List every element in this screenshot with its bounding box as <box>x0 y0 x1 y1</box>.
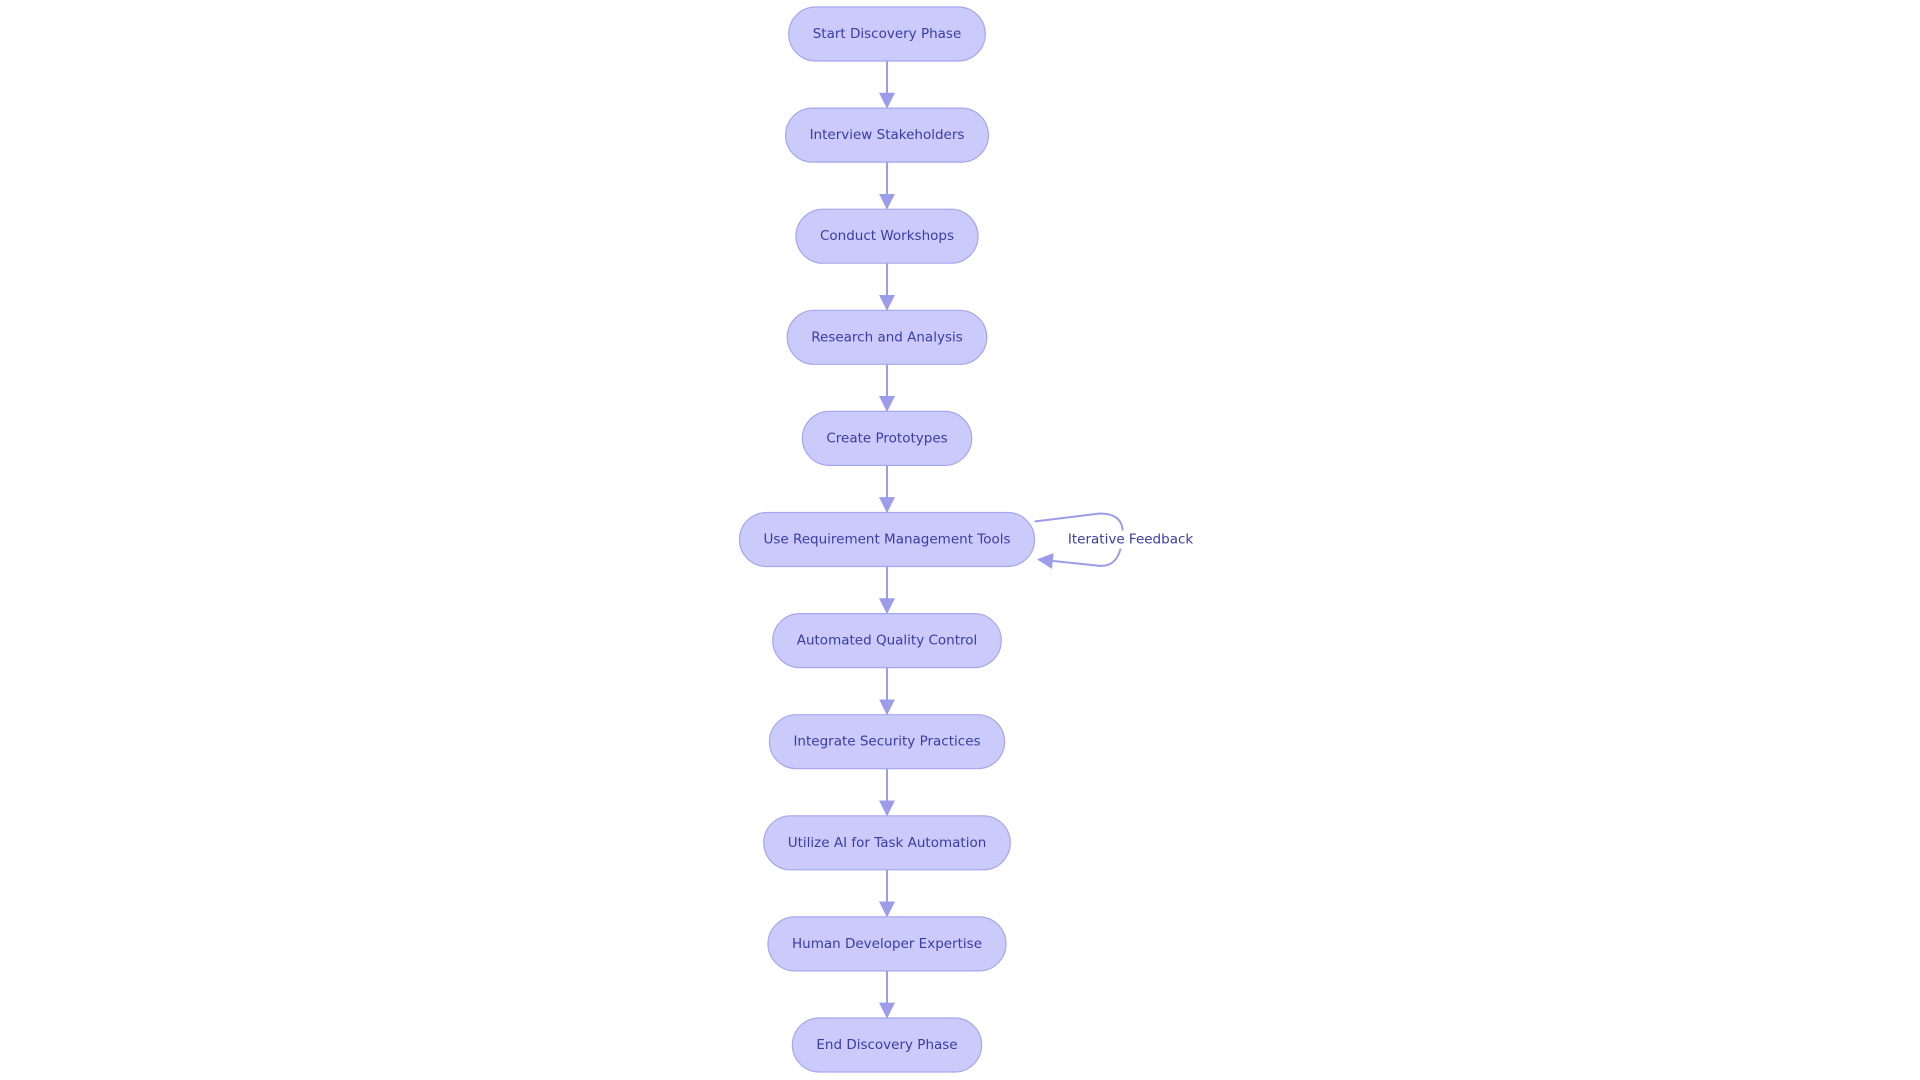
node-label: Automated Quality Control <box>797 633 978 649</box>
node-research[interactable]: Research and Analysis <box>786 309 988 365</box>
node-prototypes[interactable]: Create Prototypes <box>801 410 973 466</box>
node-workshops[interactable]: Conduct Workshops <box>795 208 979 264</box>
node-interview[interactable]: Interview Stakeholders <box>784 107 990 163</box>
node-label: Use Requirement Management Tools <box>763 532 1010 548</box>
node-label: Create Prototypes <box>826 430 947 446</box>
node-human[interactable]: Human Developer Expertise <box>767 916 1007 972</box>
node-label: Start Discovery Phase <box>813 26 962 42</box>
flowchart-diagram: Iterative Feedback Start Discovery Phase… <box>738 6 1196 1073</box>
node-label: Utilize AI for Task Automation <box>788 835 987 851</box>
node-label: Human Developer Expertise <box>792 936 982 952</box>
node-start[interactable]: Start Discovery Phase <box>788 6 986 62</box>
node-label: Conduct Workshops <box>820 228 954 244</box>
node-label: Integrate Security Practices <box>793 734 980 750</box>
edge-label-iterative-feedback: Iterative Feedback <box>1068 532 1194 548</box>
node-reqtools[interactable]: Use Requirement Management Tools <box>738 511 1036 568</box>
node-label: Research and Analysis <box>811 329 963 345</box>
node-qc[interactable]: Automated Quality Control <box>772 612 1002 669</box>
node-ai[interactable]: Utilize AI for Task Automation <box>763 815 1011 871</box>
node-security[interactable]: Integrate Security Practices <box>768 714 1006 770</box>
node-label: End Discovery Phase <box>816 1037 957 1053</box>
node-end[interactable]: End Discovery Phase <box>791 1017 983 1073</box>
node-label: Interview Stakeholders <box>810 127 965 143</box>
